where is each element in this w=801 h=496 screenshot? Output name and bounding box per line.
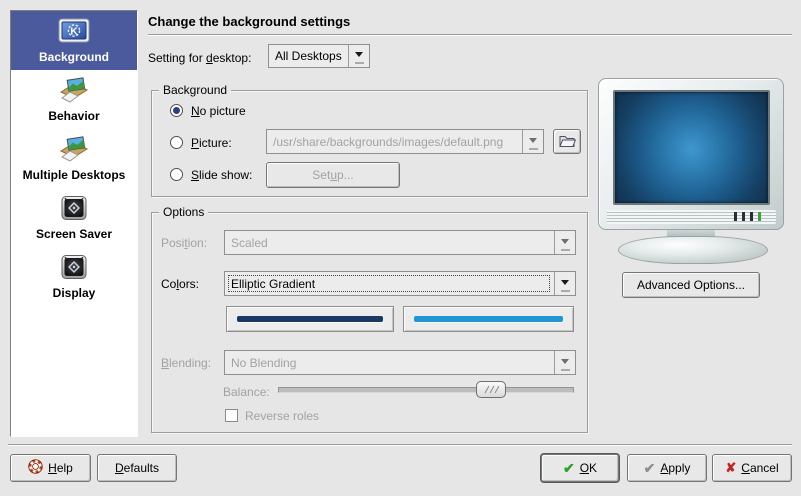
slide-show-radio[interactable] <box>170 168 183 181</box>
balance-label: Balance: <box>223 385 270 399</box>
sidebar-item-behavior[interactable]: Behavior <box>11 70 137 129</box>
sidebar-item-label: Screen Saver <box>36 228 112 241</box>
primary-color-swatch <box>237 316 383 322</box>
colors-value: Elliptic Gradient <box>225 272 554 295</box>
secondary-color-swatch <box>414 316 563 322</box>
background-preview-monitor <box>598 78 784 230</box>
cancel-button[interactable]: ✘ Cancel <box>712 454 792 482</box>
advanced-options-button[interactable]: Advanced Options... <box>622 272 760 298</box>
title-separator <box>148 34 792 36</box>
colors-label: Colors: <box>161 277 199 291</box>
sidebar-item-label: Display <box>53 287 96 300</box>
desktop-stack-icon <box>59 77 89 107</box>
chevron-down-icon <box>522 130 543 153</box>
setup-button-label: Setup... <box>312 168 353 182</box>
balance-slider-handle <box>476 381 506 398</box>
desktop-stack-icon <box>59 136 89 166</box>
defaults-button-label: Defaults <box>115 461 159 475</box>
sidebar-item-label: Background <box>39 51 109 64</box>
slideshow-setup-button: Setup... <box>266 162 400 188</box>
secondary-color-button[interactable] <box>403 306 574 332</box>
options-groupbox: Options Position: Scaled Colors: Ellipti… <box>151 212 588 433</box>
chevron-down-icon <box>554 231 575 254</box>
sidebar-item-display[interactable]: Display <box>11 247 137 306</box>
preview-screen <box>613 90 770 205</box>
life-buoy-icon <box>28 459 43 477</box>
defaults-button[interactable]: Defaults <box>97 454 177 482</box>
picture-path-combo: /usr/share/backgrounds/images/default.pn… <box>266 129 544 154</box>
x-icon: ✘ <box>725 460 736 476</box>
slider-groove <box>278 387 574 393</box>
monitor-stand <box>618 236 768 264</box>
position-combo: Scaled <box>224 230 576 255</box>
desktop-select-value: All Desktops <box>269 45 348 67</box>
ok-button[interactable]: ✔ OK <box>541 454 619 482</box>
module-sidebar: K Background Behavior <box>10 10 138 437</box>
dark-screen-icon <box>60 254 88 284</box>
position-value: Scaled <box>225 231 554 254</box>
reverse-roles-label: Reverse roles <box>245 409 319 423</box>
advanced-options-label: Advanced Options... <box>637 278 745 292</box>
help-button-label: Help <box>48 461 73 475</box>
page-title: Change the background settings <box>148 14 350 29</box>
chevron-down-icon <box>348 45 369 67</box>
help-button[interactable]: Help <box>10 454 91 482</box>
sidebar-item-screen-saver[interactable]: Screen Saver <box>11 188 137 247</box>
sidebar-item-label: Multiple Desktops <box>23 169 126 182</box>
background-groupbox: Background No picture Picture: /usr/shar… <box>151 90 588 197</box>
colors-combo[interactable]: Elliptic Gradient <box>224 271 576 296</box>
slide-show-label[interactable]: Slide show: <box>191 168 252 182</box>
blending-value: No Blending <box>225 351 554 374</box>
sidebar-item-multiple-desktops[interactable]: Multiple Desktops <box>11 129 137 188</box>
chevron-down-icon <box>554 351 575 374</box>
picture-path-value: /usr/share/backgrounds/images/default.pn… <box>267 130 522 153</box>
sidebar-item-background[interactable]: K Background <box>11 11 137 70</box>
footer-separator <box>8 444 792 446</box>
check-icon: ✔ <box>644 460 656 477</box>
blending-combo: No Blending <box>224 350 576 375</box>
primary-color-button[interactable] <box>226 306 394 332</box>
sidebar-item-label: Behavior <box>48 110 99 123</box>
setting-for-desktop-label: Setting for desktop: <box>148 51 251 65</box>
apply-button-label: Apply <box>660 461 690 475</box>
svg-text:K: K <box>70 27 78 38</box>
blending-label: Blending: <box>161 356 211 370</box>
folder-icon <box>558 133 576 151</box>
check-icon: ✔ <box>563 460 575 477</box>
cancel-button-label: Cancel <box>741 461 778 475</box>
monitor-leds <box>734 212 761 221</box>
chevron-down-icon <box>554 272 575 295</box>
ok-button-label: OK <box>580 461 597 475</box>
picture-radio[interactable] <box>170 136 183 149</box>
picture-label[interactable]: Picture: <box>191 136 232 150</box>
background-group-title: Background <box>159 83 231 97</box>
browse-picture-button[interactable] <box>553 129 581 154</box>
options-group-title: Options <box>159 205 208 219</box>
background-monitor-icon: K <box>58 18 90 48</box>
dark-screen-icon <box>60 195 88 225</box>
apply-button[interactable]: ✔ Apply <box>627 454 707 482</box>
no-picture-label[interactable]: No picture <box>191 104 246 118</box>
position-label: Position: <box>161 236 207 250</box>
no-picture-radio[interactable] <box>170 104 183 117</box>
reverse-roles-checkbox <box>225 409 238 422</box>
desktop-select-combo[interactable]: All Desktops <box>268 44 370 68</box>
balance-slider <box>278 381 574 399</box>
